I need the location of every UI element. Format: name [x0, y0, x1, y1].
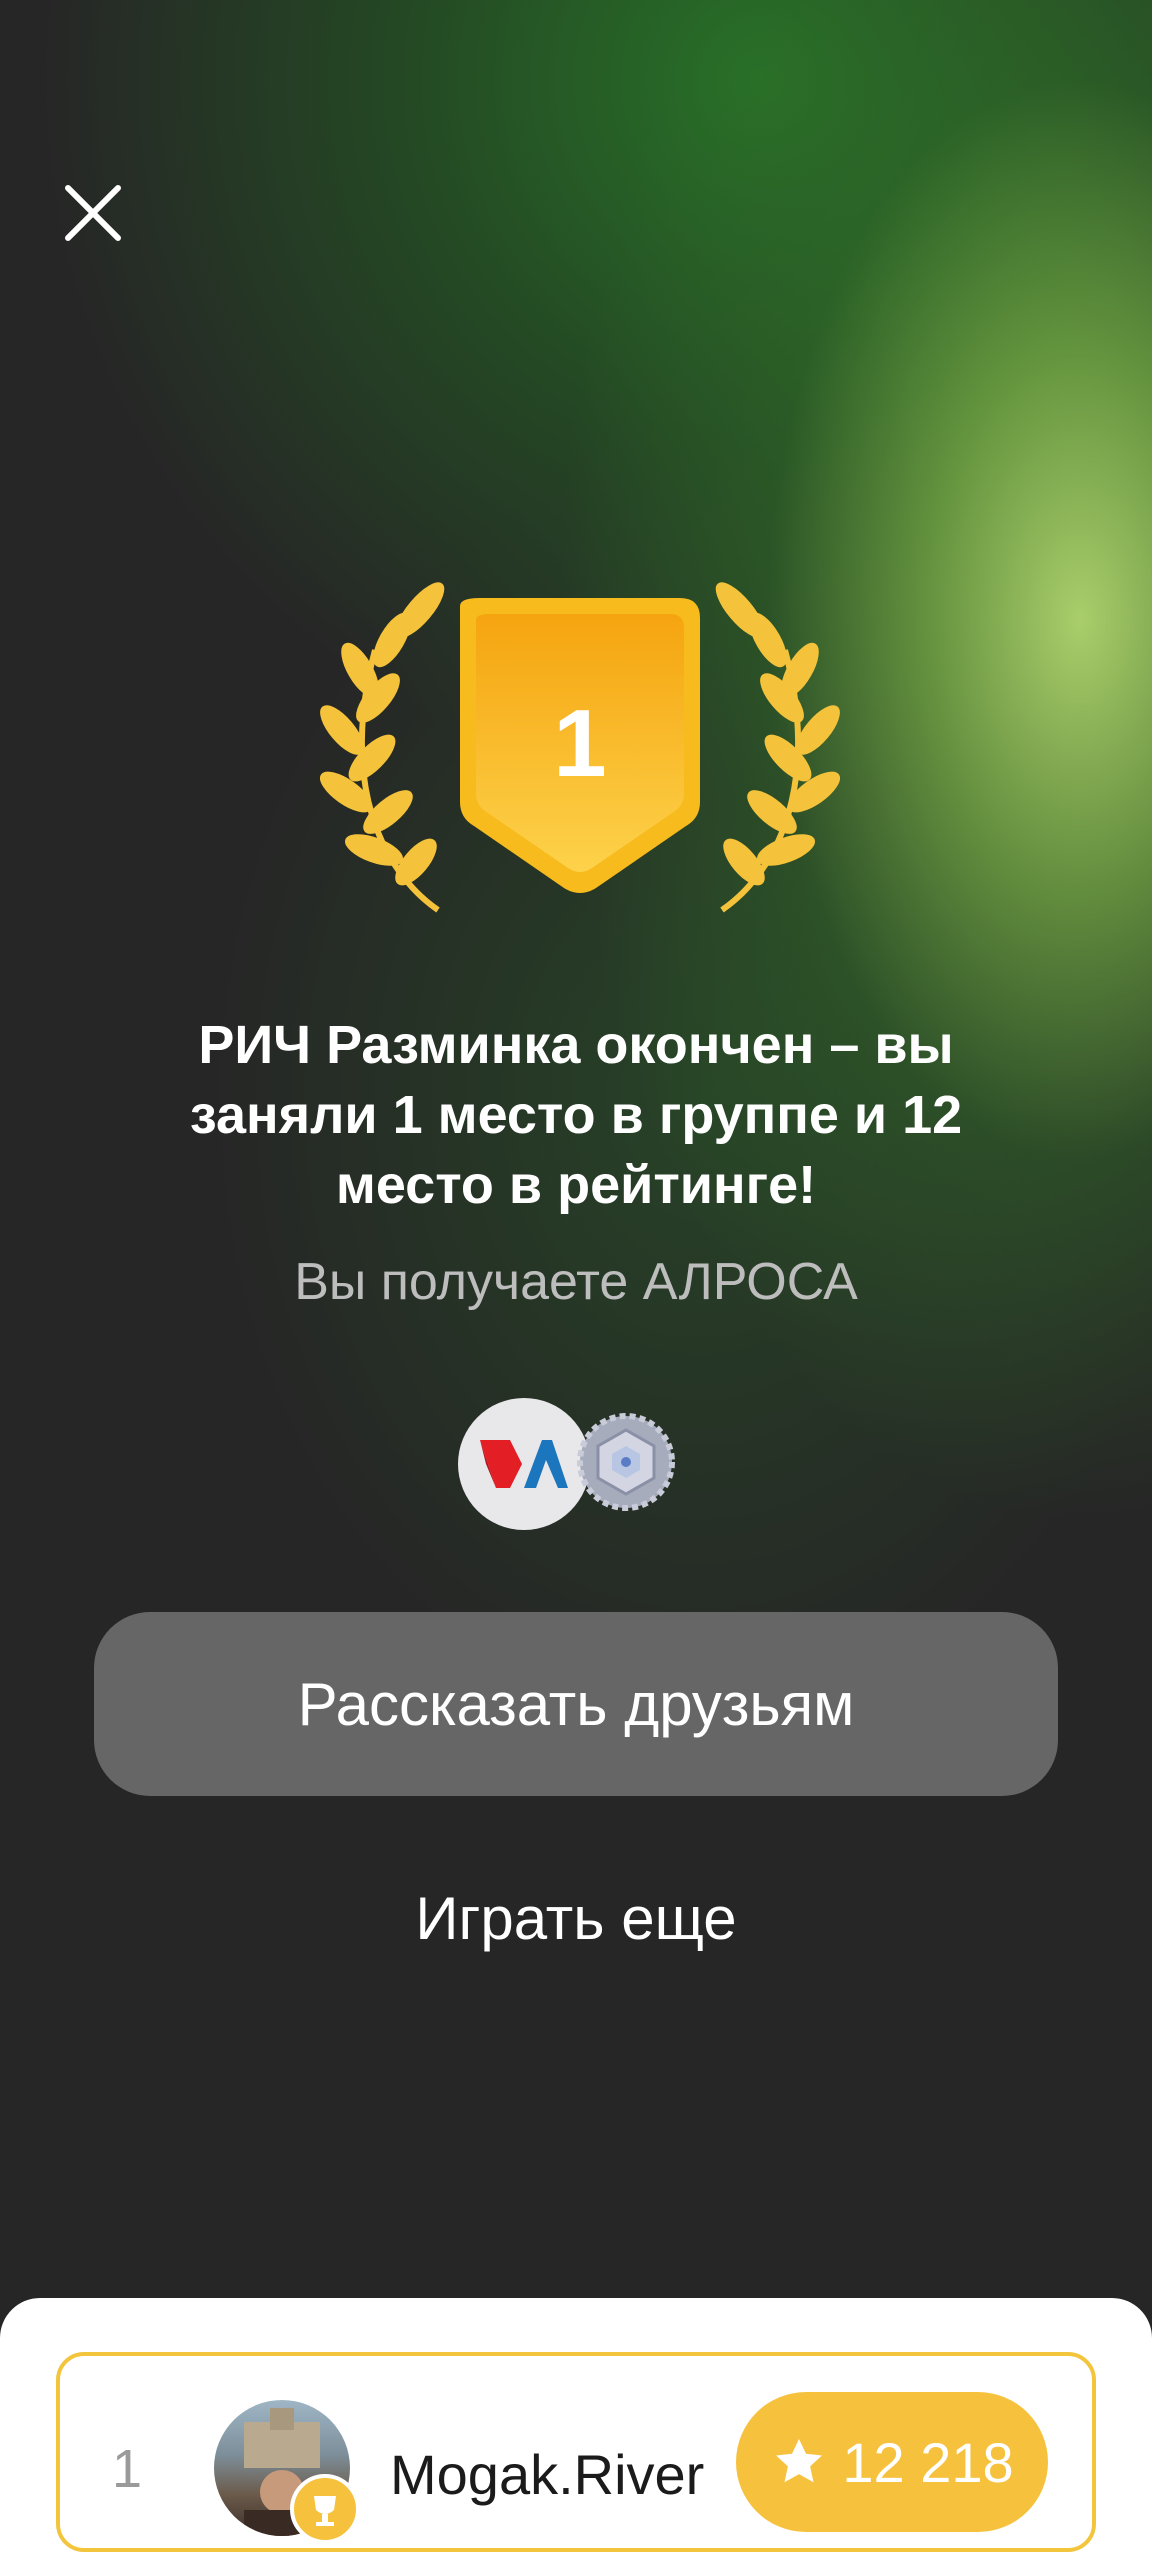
reward-subtitle: Вы получаете АЛРОСА [294, 1253, 858, 1311]
alrosa-logo-icon [458, 1398, 590, 1530]
place-number: 1 [553, 690, 606, 797]
play-again-button[interactable]: Играть еще [0, 1884, 1152, 1953]
background-gradient [0, 0, 1152, 2496]
score-badge: 12 218 [736, 2392, 1048, 2532]
place-award: 1 [319, 580, 841, 920]
close-button[interactable] [60, 180, 126, 246]
reward-badges [458, 1398, 678, 1534]
score-value: 12 218 [842, 2430, 1014, 2494]
trophy-icon [290, 2474, 360, 2544]
share-with-friends-button[interactable]: Рассказать друзьям [94, 1612, 1058, 1796]
rank-number: 1 [112, 2439, 143, 2499]
leaderboard-row[interactable]: 1 Mogak.River 12 218 [56, 2352, 1096, 2552]
close-icon [65, 185, 121, 241]
username: Mogak.River [390, 2443, 705, 2506]
star-icon [776, 2439, 823, 2483]
result-title: РИЧ Разминка окончен – вы заняли 1 место… [189, 1015, 963, 1215]
silver-hexagon-badge-icon [576, 1412, 676, 1512]
